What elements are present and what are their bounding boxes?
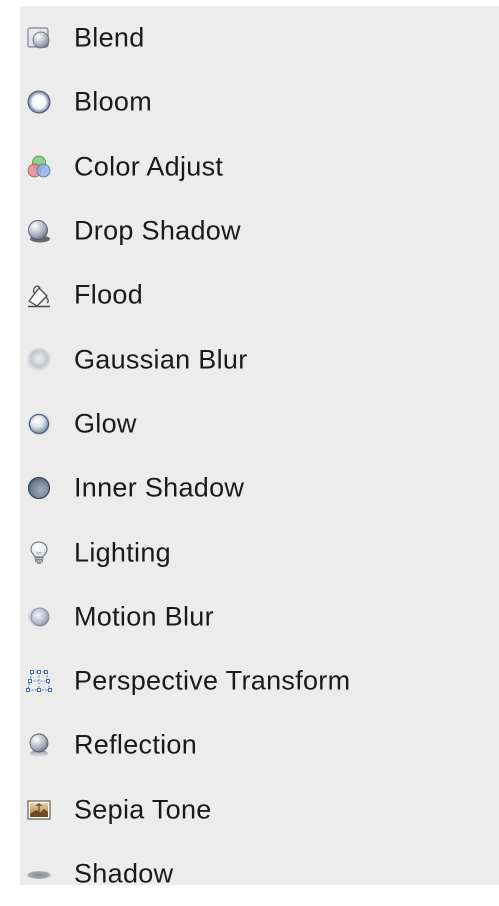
perspective-transform-icon bbox=[26, 668, 52, 694]
blend-icon bbox=[26, 25, 52, 51]
sepia-tone-icon bbox=[26, 797, 52, 823]
effect-item-reflection[interactable]: Reflection bbox=[20, 713, 499, 777]
gaussian-blur-icon bbox=[26, 347, 52, 373]
effect-item-motion-blur[interactable]: Motion Blur bbox=[20, 585, 499, 649]
glow-icon bbox=[26, 411, 52, 437]
effect-item-blend[interactable]: Blend bbox=[20, 6, 499, 70]
drop-shadow-icon bbox=[26, 218, 52, 244]
effect-label: Bloom bbox=[74, 86, 153, 117]
motion-blur-icon bbox=[26, 604, 52, 630]
effect-label: Motion Blur bbox=[74, 601, 214, 632]
effect-item-shadow[interactable]: Shadow bbox=[20, 842, 499, 906]
color-adjust-icon bbox=[26, 154, 52, 180]
lighting-bulb-icon bbox=[26, 540, 52, 566]
effect-item-sepia-tone[interactable]: Sepia Tone bbox=[20, 778, 499, 842]
effect-label: Lighting bbox=[74, 537, 171, 568]
effect-label: Sepia Tone bbox=[74, 794, 212, 825]
effect-item-lighting[interactable]: Lighting bbox=[20, 520, 499, 584]
effect-label: Glow bbox=[74, 408, 137, 439]
effect-label: Perspective Transform bbox=[74, 665, 351, 696]
effects-panel: Blend Bloom Color Adjust Drop Shadow Flo… bbox=[20, 6, 499, 889]
inner-shadow-icon bbox=[26, 475, 52, 501]
effect-label: Inner Shadow bbox=[74, 472, 245, 503]
effect-label: Reflection bbox=[74, 729, 198, 760]
effect-label: Drop Shadow bbox=[74, 215, 241, 246]
effect-item-color-adjust[interactable]: Color Adjust bbox=[20, 135, 499, 199]
reflection-icon bbox=[26, 732, 52, 758]
effect-item-bloom[interactable]: Bloom bbox=[20, 70, 499, 134]
effect-label: Gaussian Blur bbox=[74, 344, 248, 375]
effect-item-inner-shadow[interactable]: Inner Shadow bbox=[20, 456, 499, 520]
effect-label: Color Adjust bbox=[74, 151, 224, 182]
effect-item-perspective-transform[interactable]: Perspective Transform bbox=[20, 649, 499, 713]
effect-label: Blend bbox=[74, 22, 145, 53]
effects-list: Blend Bloom Color Adjust Drop Shadow Flo… bbox=[20, 6, 499, 906]
effect-item-drop-shadow[interactable]: Drop Shadow bbox=[20, 199, 499, 263]
flood-icon bbox=[26, 282, 52, 308]
effect-item-glow[interactable]: Glow bbox=[20, 392, 499, 456]
shadow-icon bbox=[26, 861, 52, 887]
bloom-icon bbox=[26, 89, 52, 115]
effect-item-flood[interactable]: Flood bbox=[20, 263, 499, 327]
effect-item-gaussian-blur[interactable]: Gaussian Blur bbox=[20, 327, 499, 391]
effect-label: Flood bbox=[74, 279, 144, 310]
